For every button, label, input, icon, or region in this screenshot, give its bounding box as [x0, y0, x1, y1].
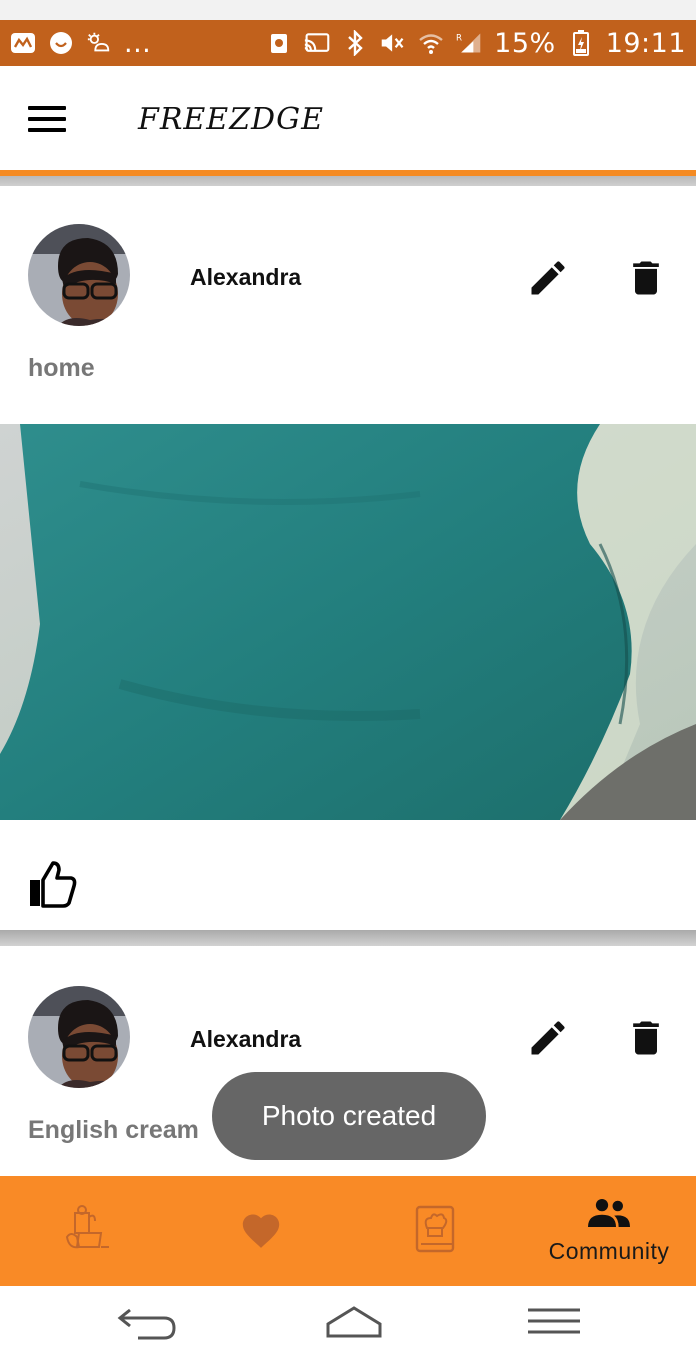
nav-recipes[interactable] [348, 1176, 522, 1286]
toast-message: Photo created [212, 1072, 486, 1160]
community-icon [588, 1197, 630, 1234]
battery-percent: 15% [494, 27, 556, 59]
status-bar: ... R 15% 19:11 [0, 20, 696, 66]
app-title: FREEZDGE [138, 101, 324, 137]
edit-icon[interactable] [526, 1016, 570, 1060]
post-username: Alexandra [190, 1026, 302, 1052]
header-shadow [0, 176, 696, 186]
thumbs-up-icon[interactable] [26, 858, 78, 910]
delete-icon[interactable] [624, 256, 668, 300]
back-icon[interactable] [112, 1296, 182, 1344]
post-username: Alexandra [190, 264, 302, 290]
mail-icon [10, 30, 36, 56]
hamburger-menu-icon[interactable] [26, 104, 70, 134]
bluetooth-icon [342, 30, 368, 56]
app-header: FREEZDGE [0, 66, 696, 172]
svg-text:R: R [456, 33, 462, 43]
post-caption: English cream [28, 1116, 199, 1144]
weather-icon [86, 30, 112, 56]
avatar[interactable] [28, 986, 130, 1088]
post-caption: home [28, 354, 95, 382]
recents-icon[interactable] [520, 1296, 590, 1344]
system-nav-bar [0, 1286, 696, 1354]
notification-icon [266, 30, 292, 56]
recipe-book-icon [413, 1204, 457, 1259]
battery-charging-icon [568, 30, 594, 56]
nav-fridge[interactable] [0, 1176, 174, 1286]
edit-icon[interactable] [526, 256, 570, 300]
post-separator [0, 930, 696, 946]
status-time: 19:11 [605, 27, 686, 59]
avatar[interactable] [28, 224, 130, 326]
post-photo[interactable] [0, 424, 696, 820]
wifi-icon [418, 30, 444, 56]
nav-community[interactable]: Community [522, 1176, 696, 1286]
smiley-icon [48, 30, 74, 56]
nav-label-community: Community [548, 1238, 670, 1264]
cast-icon [304, 30, 330, 56]
signal-icon: R [456, 30, 482, 56]
bottom-nav: Community [0, 1176, 696, 1286]
heart-icon [239, 1209, 283, 1254]
home-icon[interactable] [320, 1296, 390, 1344]
fridge-food-icon [61, 1203, 113, 1260]
mute-icon [380, 30, 406, 56]
post-card: Alexandra home [0, 186, 696, 930]
status-more: ... [124, 27, 152, 59]
nav-favorites[interactable] [174, 1176, 348, 1286]
top-strip [0, 0, 696, 20]
delete-icon[interactable] [624, 1016, 668, 1060]
